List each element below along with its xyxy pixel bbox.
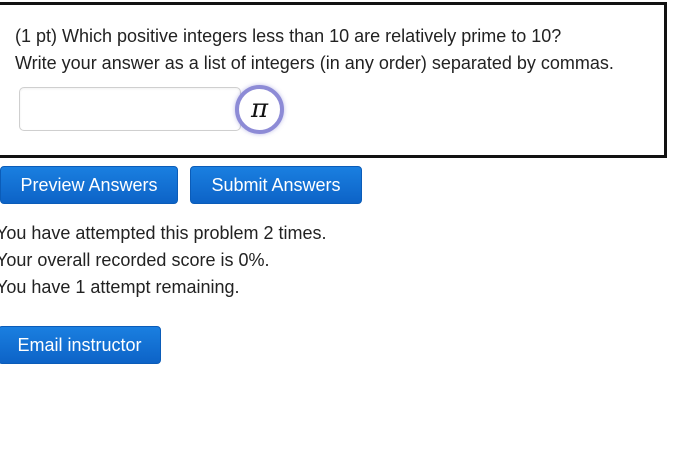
- remaining-text: You have 1 attempt remaining.: [0, 277, 240, 297]
- email-instructor-button[interactable]: Email instructor: [0, 326, 161, 364]
- attempt-status: You have attempted this problem 2 times.…: [0, 220, 327, 301]
- equation-editor-button[interactable]: π: [235, 85, 284, 134]
- problem-container: (1 pt) Which positive integers less than…: [0, 2, 667, 158]
- problem-instructions: Write your answer as a list of integers …: [15, 53, 614, 73]
- problem-page: (1 pt) Which positive integers less than…: [0, 0, 700, 463]
- submit-answers-button[interactable]: Submit Answers: [190, 166, 362, 204]
- problem-question: (1 pt) Which positive integers less than…: [15, 26, 562, 46]
- preview-answers-button[interactable]: Preview Answers: [0, 166, 178, 204]
- problem-statement: (1 pt) Which positive integers less than…: [15, 23, 614, 77]
- score-text: Your overall recorded score is 0%.: [0, 250, 270, 270]
- answer-input[interactable]: [19, 87, 241, 131]
- pi-icon: π: [250, 93, 269, 124]
- attempts-text: You have attempted this problem 2 times.: [0, 223, 327, 243]
